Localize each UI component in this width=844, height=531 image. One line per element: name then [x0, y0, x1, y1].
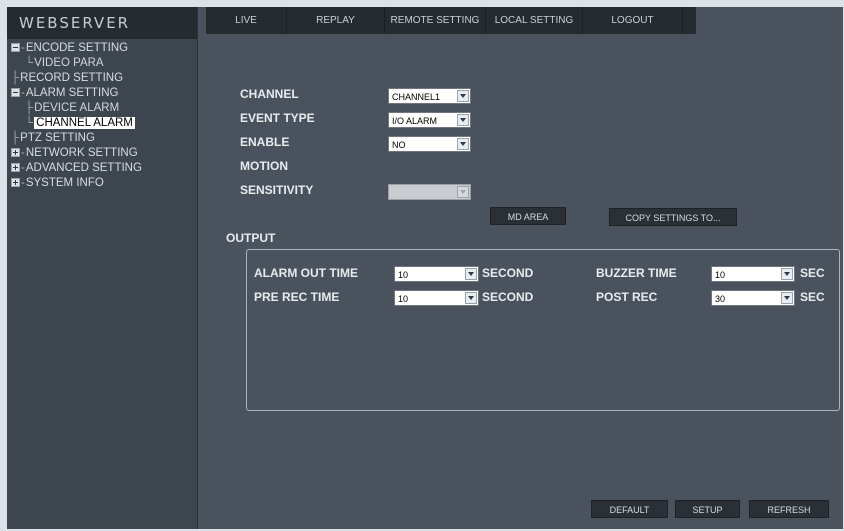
tree-item-alarm-setting[interactable]: -ALARM SETTING — [11, 86, 195, 101]
pre-rec-unit: SECOND — [482, 290, 534, 304]
enable-select[interactable]: NO — [388, 136, 471, 152]
sidebar: WEBSERVER -ENCODE SETTING └VIDEO PARA ├R… — [7, 7, 198, 529]
post-rec-value: 30 — [715, 294, 726, 304]
enable-label: ENABLE — [240, 135, 290, 149]
md-area-button[interactable]: MD AREA — [490, 207, 566, 225]
post-rec-label: POST REC — [596, 290, 658, 304]
tree-item-advanced-setting[interactable]: -ADVANCED SETTING — [11, 161, 195, 176]
refresh-button[interactable]: REFRESH — [749, 500, 829, 518]
top-nav: LIVE REPLAY REMOTE SETTING LOCAL SETTING… — [206, 7, 696, 34]
alarm-out-time-label: ALARM OUT TIME — [254, 266, 358, 280]
expand-icon[interactable] — [11, 163, 20, 173]
pre-rec-time-value: 10 — [398, 294, 409, 304]
channel-label: CHANNEL — [240, 87, 299, 101]
default-button[interactable]: DEFAULT — [591, 500, 668, 518]
tree-item-ptz-setting[interactable]: ├PTZ SETTING — [11, 131, 195, 146]
chevron-down-icon[interactable] — [781, 268, 793, 280]
chevron-down-icon[interactable] — [781, 292, 793, 304]
pre-rec-time-label: PRE REC TIME — [254, 290, 340, 304]
tree-item-video-para[interactable]: └VIDEO PARA — [11, 56, 195, 71]
nav-replay[interactable]: REPLAY — [287, 7, 385, 34]
tree-connector: ├ — [25, 102, 34, 114]
settings-tree: -ENCODE SETTING └VIDEO PARA ├RECORD SETT… — [11, 41, 195, 191]
tree-item-device-alarm[interactable]: ├DEVICE ALARM — [11, 101, 195, 116]
chevron-down-icon — [457, 186, 469, 198]
event-type-select[interactable]: I/O ALARM — [388, 112, 471, 128]
collapse-icon[interactable] — [11, 88, 20, 98]
alarm-out-unit: SECOND — [482, 266, 534, 280]
channel-select[interactable]: CHANNEL1 — [388, 88, 471, 104]
chevron-down-icon[interactable] — [457, 114, 469, 126]
nav-live[interactable]: LIVE — [206, 7, 287, 34]
logo: WEBSERVER — [7, 7, 197, 39]
sensitivity-label: SENSITIVITY — [240, 183, 314, 197]
copy-settings-button[interactable]: COPY SETTINGS TO... — [609, 208, 737, 226]
tree-item-channel-alarm[interactable]: └ CHANNEL ALARM — [11, 116, 195, 131]
tree-connector: ├ — [11, 72, 20, 84]
tree-connector: ├ — [11, 132, 20, 144]
expand-icon[interactable] — [11, 178, 20, 188]
event-type-select-value: I/O ALARM — [392, 116, 438, 126]
buzzer-time-label: BUZZER TIME — [596, 266, 677, 280]
expand-icon[interactable] — [11, 148, 20, 158]
tree-item-system-info[interactable]: -SYSTEM INFO — [11, 176, 195, 191]
chevron-down-icon[interactable] — [465, 292, 477, 304]
chevron-down-icon[interactable] — [457, 138, 469, 150]
buzzer-unit: SEC — [800, 266, 825, 280]
output-label: OUTPUT — [226, 231, 276, 245]
nav-remote-setting[interactable]: REMOTE SETTING — [385, 7, 486, 34]
buzzer-time-select[interactable]: 10 — [711, 266, 795, 282]
collapse-icon[interactable] — [11, 43, 20, 53]
alarm-out-time-select[interactable]: 10 — [394, 266, 479, 282]
tree-item-record-setting[interactable]: ├RECORD SETTING — [11, 71, 195, 86]
tree-item-network-setting[interactable]: -NETWORK SETTING — [11, 146, 195, 161]
chevron-down-icon[interactable] — [457, 90, 469, 102]
chevron-down-icon[interactable] — [465, 268, 477, 280]
channel-select-value: CHANNEL1 — [392, 92, 441, 102]
sensitivity-select — [388, 184, 471, 200]
main-panel: CHANNEL CHANNEL1 EVENT TYPE I/O ALARM EN… — [198, 39, 843, 529]
setup-button[interactable]: SETUP — [675, 500, 740, 518]
tree-connector: └ — [25, 57, 34, 69]
enable-select-value: NO — [392, 140, 406, 150]
event-type-label: EVENT TYPE — [240, 111, 315, 125]
motion-label: MOTION — [240, 159, 288, 173]
app-window: WEBSERVER -ENCODE SETTING └VIDEO PARA ├R… — [7, 7, 843, 529]
alarm-out-time-value: 10 — [398, 270, 409, 280]
tree-item-encode-setting[interactable]: -ENCODE SETTING — [11, 41, 195, 56]
pre-rec-time-select[interactable]: 10 — [394, 290, 479, 306]
post-rec-select[interactable]: 30 — [711, 290, 795, 306]
post-rec-unit: SEC — [800, 290, 825, 304]
nav-logout[interactable]: LOGOUT — [583, 7, 683, 34]
tree-connector: └ — [25, 117, 34, 129]
nav-local-setting[interactable]: LOCAL SETTING — [486, 7, 583, 34]
buzzer-time-value: 10 — [715, 270, 726, 280]
